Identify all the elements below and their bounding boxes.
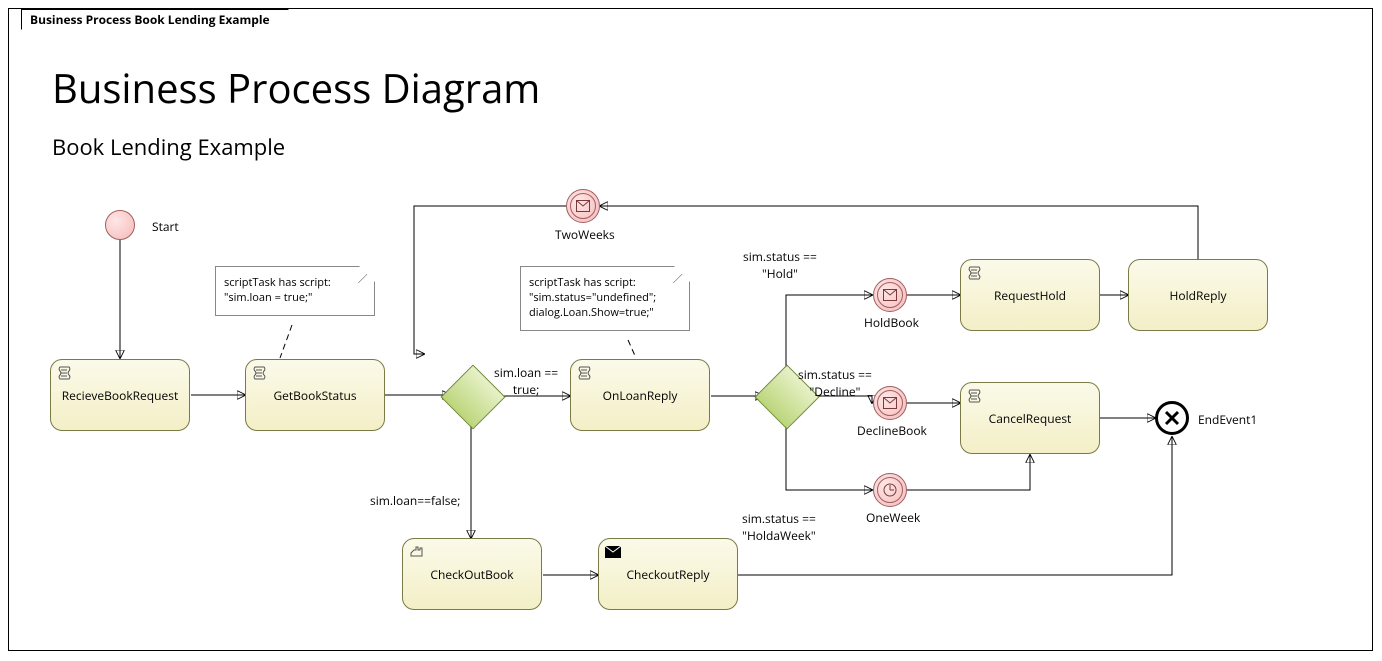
message-icon — [883, 397, 897, 409]
flow-label-status-decline: sim.status == "Decline" — [798, 366, 872, 400]
message-icon — [576, 200, 590, 212]
note-line: "sim.loan = true;" — [224, 290, 366, 305]
event-label: EndEvent1 — [1198, 411, 1257, 428]
note-line: scriptTask has script: — [529, 275, 681, 290]
flow-label-status-holdweek: sim.status == "HoldaWeek" — [742, 510, 816, 544]
event-decline-book[interactable] — [873, 386, 907, 420]
script-icon — [57, 366, 73, 380]
message-icon — [883, 289, 897, 301]
script-icon — [252, 366, 268, 380]
script-icon — [967, 389, 983, 403]
task-get-book-status[interactable]: GetBookStatus — [245, 359, 385, 431]
flow-label-loan-false: sim.loan==false; — [370, 492, 460, 509]
note-on-loan-reply: scriptTask has script: "sim.status="unde… — [520, 266, 690, 331]
script-icon — [967, 266, 983, 280]
note-get-book-status: scriptTask has script: "sim.loan = true;… — [215, 266, 375, 316]
bpmn-canvas: Business Process Book Lending Example Bu… — [0, 0, 1382, 661]
note-line: scriptTask has script: — [224, 275, 366, 290]
end-event[interactable] — [1155, 401, 1189, 435]
task-checkout-reply[interactable]: CheckoutReply — [598, 538, 738, 610]
task-request-hold[interactable]: RequestHold — [960, 259, 1100, 331]
task-label: CancelRequest — [985, 410, 1076, 427]
task-label: CheckOutBook — [426, 566, 517, 583]
task-label: GetBookStatus — [269, 387, 360, 404]
start-event-label: Start — [152, 218, 179, 235]
task-label: RecieveBookRequest — [58, 387, 182, 404]
receive-icon — [605, 545, 621, 559]
event-two-weeks[interactable] — [566, 189, 600, 223]
task-label: CheckoutReply — [622, 566, 713, 583]
event-one-week[interactable] — [873, 473, 907, 507]
page-subtitle: Book Lending Example — [52, 132, 285, 162]
task-check-out-book[interactable]: CheckOutBook — [402, 538, 542, 610]
flow-label-loan-true: sim.loan == true; — [494, 364, 558, 398]
script-icon — [577, 366, 593, 380]
frame-title: Business Process Book Lending Example — [21, 9, 289, 30]
task-recieve-book-request[interactable]: RecieveBookRequest — [50, 359, 190, 431]
start-event[interactable] — [105, 210, 135, 240]
note-line: "sim.status="undefined"; dialog.Loan.Sho… — [529, 290, 681, 320]
cancel-icon — [1163, 409, 1181, 427]
event-label: OneWeek — [866, 509, 920, 526]
task-label: RequestHold — [990, 287, 1070, 304]
event-hold-book[interactable] — [873, 278, 907, 312]
task-cancel-request[interactable]: CancelRequest — [960, 382, 1100, 454]
timer-icon — [883, 483, 897, 497]
task-label: OnLoanReply — [599, 387, 682, 404]
flow-label-status-hold: sim.status == "Hold" — [743, 248, 817, 282]
event-label: HoldBook — [864, 314, 919, 331]
event-label: TwoWeeks — [555, 226, 615, 243]
task-on-loan-reply[interactable]: OnLoanReply — [570, 359, 710, 431]
task-hold-reply[interactable]: HoldReply — [1128, 259, 1268, 331]
page-title: Business Process Diagram — [52, 60, 540, 115]
task-label: HoldReply — [1166, 287, 1231, 304]
manual-icon — [409, 545, 425, 559]
event-label: DeclineBook — [857, 422, 927, 439]
